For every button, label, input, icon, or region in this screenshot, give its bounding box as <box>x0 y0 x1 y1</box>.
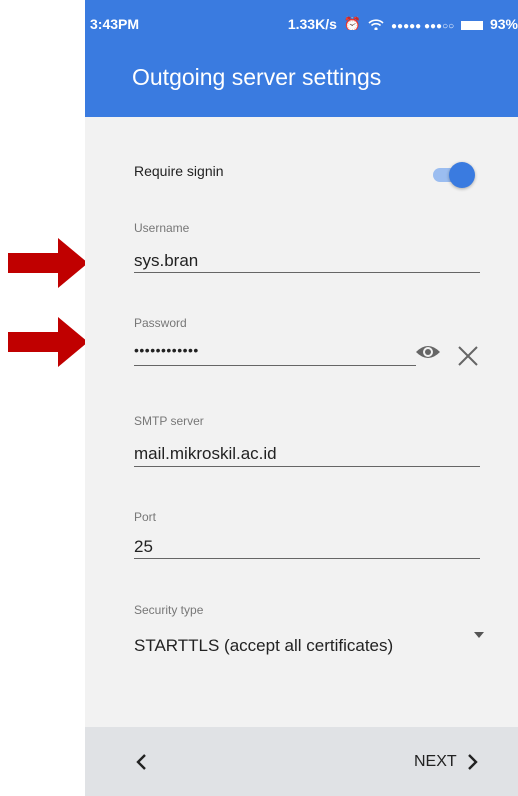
username-field[interactable]: sys.bran <box>134 251 198 271</box>
security-type-dropdown[interactable]: STARTTLS (accept all certificates) <box>134 636 393 656</box>
footer-nav: NEXT <box>85 727 518 796</box>
next-button-label: NEXT <box>414 753 457 770</box>
security-type-label: Security type <box>134 603 204 617</box>
require-signin-label: Require signin <box>134 163 224 179</box>
chevron-right-icon <box>468 754 478 770</box>
password-label: Password <box>134 316 187 330</box>
username-label: Username <box>134 221 190 235</box>
dropdown-arrow-icon[interactable] <box>474 632 484 638</box>
port-underline <box>134 558 480 559</box>
clear-password-icon[interactable] <box>457 345 479 367</box>
page-title: Outgoing server settings <box>132 64 382 90</box>
status-bar: 3:43PM 1.33K/s ⏰ ●●●●● ●●●○○ 93% <box>85 0 518 32</box>
annotation-arrow-password <box>8 317 88 367</box>
password-underline <box>134 365 416 366</box>
require-signin-toggle-knob[interactable] <box>449 162 475 188</box>
phone-screen: 3:43PM 1.33K/s ⏰ ●●●●● ●●●○○ 93% Outgoin… <box>85 0 518 796</box>
password-field[interactable]: •••••••••••• <box>134 342 199 358</box>
annotation-arrow-username <box>8 238 88 288</box>
port-field[interactable]: 25 <box>134 537 153 557</box>
smtp-server-field[interactable]: mail.mikroskil.ac.id <box>134 444 277 464</box>
smtp-server-label: SMTP server <box>134 414 204 428</box>
show-password-icon[interactable] <box>415 343 441 361</box>
next-button[interactable]: NEXT <box>414 753 479 771</box>
username-underline <box>134 272 480 273</box>
port-label: Port <box>134 510 157 524</box>
smtp-server-underline <box>134 466 480 467</box>
battery-icon <box>461 20 484 30</box>
back-button[interactable] <box>135 753 149 771</box>
app-bar: Outgoing server settings <box>85 30 518 117</box>
